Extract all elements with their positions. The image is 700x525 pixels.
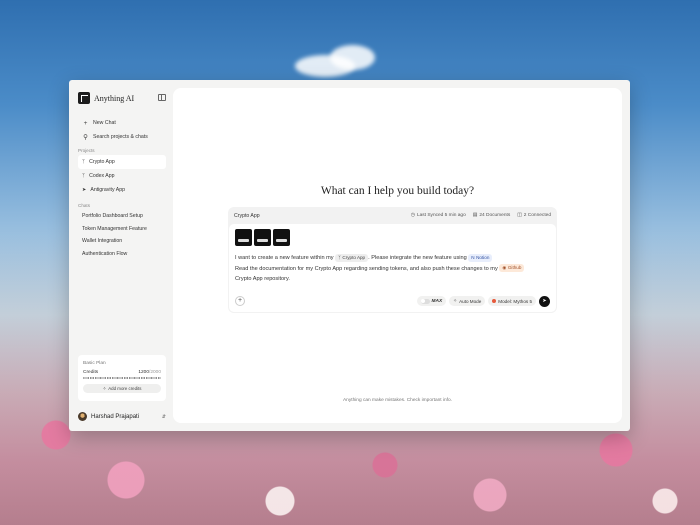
project-label: Antigravity App xyxy=(90,187,125,193)
network-icon: ᛉ xyxy=(82,159,86,165)
model-selector[interactable]: Model: Mythos 5 xyxy=(488,296,536,306)
sidebar-project-crypto-app[interactable]: ᛉ Crypto App xyxy=(78,155,166,169)
new-chat-button[interactable]: + New Chat xyxy=(78,116,166,130)
chip-label: Github xyxy=(507,265,522,270)
github-icon: ◉ xyxy=(502,265,507,270)
max-toggle[interactable]: MAX xyxy=(416,296,447,306)
chip-label: Notion xyxy=(476,254,490,260)
project-label: Codex App xyxy=(89,173,115,179)
sparkle-icon: ✧ xyxy=(102,385,107,391)
network-icon: ᛉ xyxy=(82,173,86,179)
send-button[interactable]: ➤ xyxy=(539,295,550,307)
brand[interactable]: Anything AI xyxy=(78,92,166,104)
last-synced: ◷ Last Synced 5 min ago xyxy=(411,213,466,218)
add-credits-label: Add more credits xyxy=(108,386,142,391)
auto-mode-button[interactable]: ✧ Auto Mode xyxy=(449,296,486,306)
page-title: What can I help you build today? xyxy=(320,185,475,197)
composer-meta: ◷ Last Synced 5 min ago ▤ 24 Documents ◫ 2 … xyxy=(411,213,551,218)
sidebar-chat-item[interactable]: Authentication Flow xyxy=(78,248,166,261)
antigravity-icon: ➤ xyxy=(82,187,87,193)
chats-section-label: Chats xyxy=(78,203,91,208)
documents-text: 24 Documents xyxy=(479,213,511,218)
send-icon: ➤ xyxy=(542,297,547,304)
model-label: Model: Mythos 5 xyxy=(498,298,532,304)
sidebar-project-codex-app[interactable]: ᛉ Codex App xyxy=(78,169,166,183)
add-attachment-button[interactable]: + xyxy=(235,296,245,306)
toggle-switch[interactable] xyxy=(420,298,430,304)
search-label: Search projects & chats xyxy=(93,134,148,140)
composer-controls: MAX ✧ Auto Mode Model: Mythos 5 ➤ xyxy=(416,295,550,307)
sparkle-icon: ✧ xyxy=(453,298,458,303)
document-icon: ▤ xyxy=(472,213,478,218)
connections-count[interactable]: ◫ 2 Connected xyxy=(517,213,551,218)
chevron-updown-icon: ⇵ xyxy=(161,413,166,420)
credits-label: Credits xyxy=(83,370,99,375)
attachment-thumbnails xyxy=(235,229,550,246)
app-window: Anything AI + New Chat ⚲ Search projects… xyxy=(69,80,630,431)
sidebar-toggle-icon[interactable] xyxy=(158,94,166,101)
projects-section-label: Projects xyxy=(78,148,95,153)
app-name: Anything AI xyxy=(94,93,135,103)
last-synced-text: Last Synced 5 min ago xyxy=(416,213,466,218)
sidebar: Anything AI + New Chat ⚲ Search projects… xyxy=(69,80,173,431)
github-mention-chip[interactable]: ◉ Github xyxy=(499,264,525,273)
user-menu[interactable]: Harshad Prajapati ⇵ xyxy=(78,412,166,421)
connected-text: 2 Connected xyxy=(523,213,551,218)
sidebar-project-antigravity-app[interactable]: ➤ Antigravity App xyxy=(78,183,166,197)
notion-mention-chip[interactable]: N Notion xyxy=(468,253,493,262)
credits-value: 1200/2000 xyxy=(138,370,161,375)
composer: Crypto App ◷ Last Synced 5 min ago ▤ 24 Do… xyxy=(228,207,557,313)
app-logo-icon xyxy=(78,92,90,104)
new-chat-label: New Chat xyxy=(93,120,116,126)
plan-name: Basic Plan xyxy=(83,361,106,366)
project-label: Crypto App xyxy=(89,159,115,165)
connections-icon: ◫ xyxy=(517,213,522,218)
add-credits-button[interactable]: ✧ Add more credits xyxy=(83,384,161,393)
clock-icon: ◷ xyxy=(410,213,415,218)
attachment-thumbnail[interactable] xyxy=(235,229,252,246)
documents-count[interactable]: ▤ 24 Documents xyxy=(473,213,510,218)
project-mention-chip[interactable]: ᛉ Crypto App xyxy=(335,253,369,262)
credits-progress-bar xyxy=(83,377,161,379)
attachment-thumbnail[interactable] xyxy=(273,229,290,246)
search-button[interactable]: ⚲ Search projects & chats xyxy=(78,130,166,144)
prompt-part: I want to create a new feature within my xyxy=(235,255,334,261)
credits-used: 1200 xyxy=(138,370,149,375)
sidebar-chat-item[interactable]: Token Management Feature xyxy=(78,223,166,236)
main-panel: What can I help you build today? Crypto … xyxy=(173,88,622,423)
disclaimer: Anything can make mistakes. Check import… xyxy=(342,398,453,403)
composer-input[interactable]: I want to create a new feature within my… xyxy=(229,224,556,312)
auto-mode-label: Auto Mode xyxy=(459,298,482,304)
plan-card: Basic Plan Credits 1200/2000 ✧ Add more … xyxy=(78,355,166,401)
prompt-part: Read the documentation for my Crypto App… xyxy=(235,265,498,272)
avatar xyxy=(78,412,87,421)
cloud xyxy=(330,45,375,70)
notion-icon: N xyxy=(471,254,475,260)
composer-header: Crypto App ◷ Last Synced 5 min ago ▤ 24 Do… xyxy=(228,207,557,224)
user-name: Harshad Prajapati xyxy=(91,413,140,420)
credits-total: /2000 xyxy=(148,370,161,375)
prompt-part: Crypto App repository. xyxy=(235,276,290,282)
prompt-part: . Please integrate the new feature using xyxy=(368,255,467,261)
composer-toolbar: + MAX ✧ Auto Mode Model: Mythos 5 ➤ xyxy=(235,295,550,307)
plus-icon: + xyxy=(83,119,88,127)
composer-project-name[interactable]: Crypto App xyxy=(234,213,260,219)
network-icon: ᛉ xyxy=(338,254,341,260)
max-label: MAX xyxy=(431,298,443,304)
prompt-text[interactable]: I want to create a new feature within my… xyxy=(235,253,550,285)
credits-row: Credits 1200/2000 xyxy=(83,370,161,375)
chip-label: Crypto App xyxy=(342,254,366,260)
sidebar-chat-item[interactable]: Portfolio Dashboard Setup xyxy=(78,210,166,223)
attachment-thumbnail[interactable] xyxy=(254,229,271,246)
search-icon: ⚲ xyxy=(83,134,88,141)
sidebar-chat-item[interactable]: Wallet Integration xyxy=(78,235,166,248)
model-icon xyxy=(492,299,497,303)
